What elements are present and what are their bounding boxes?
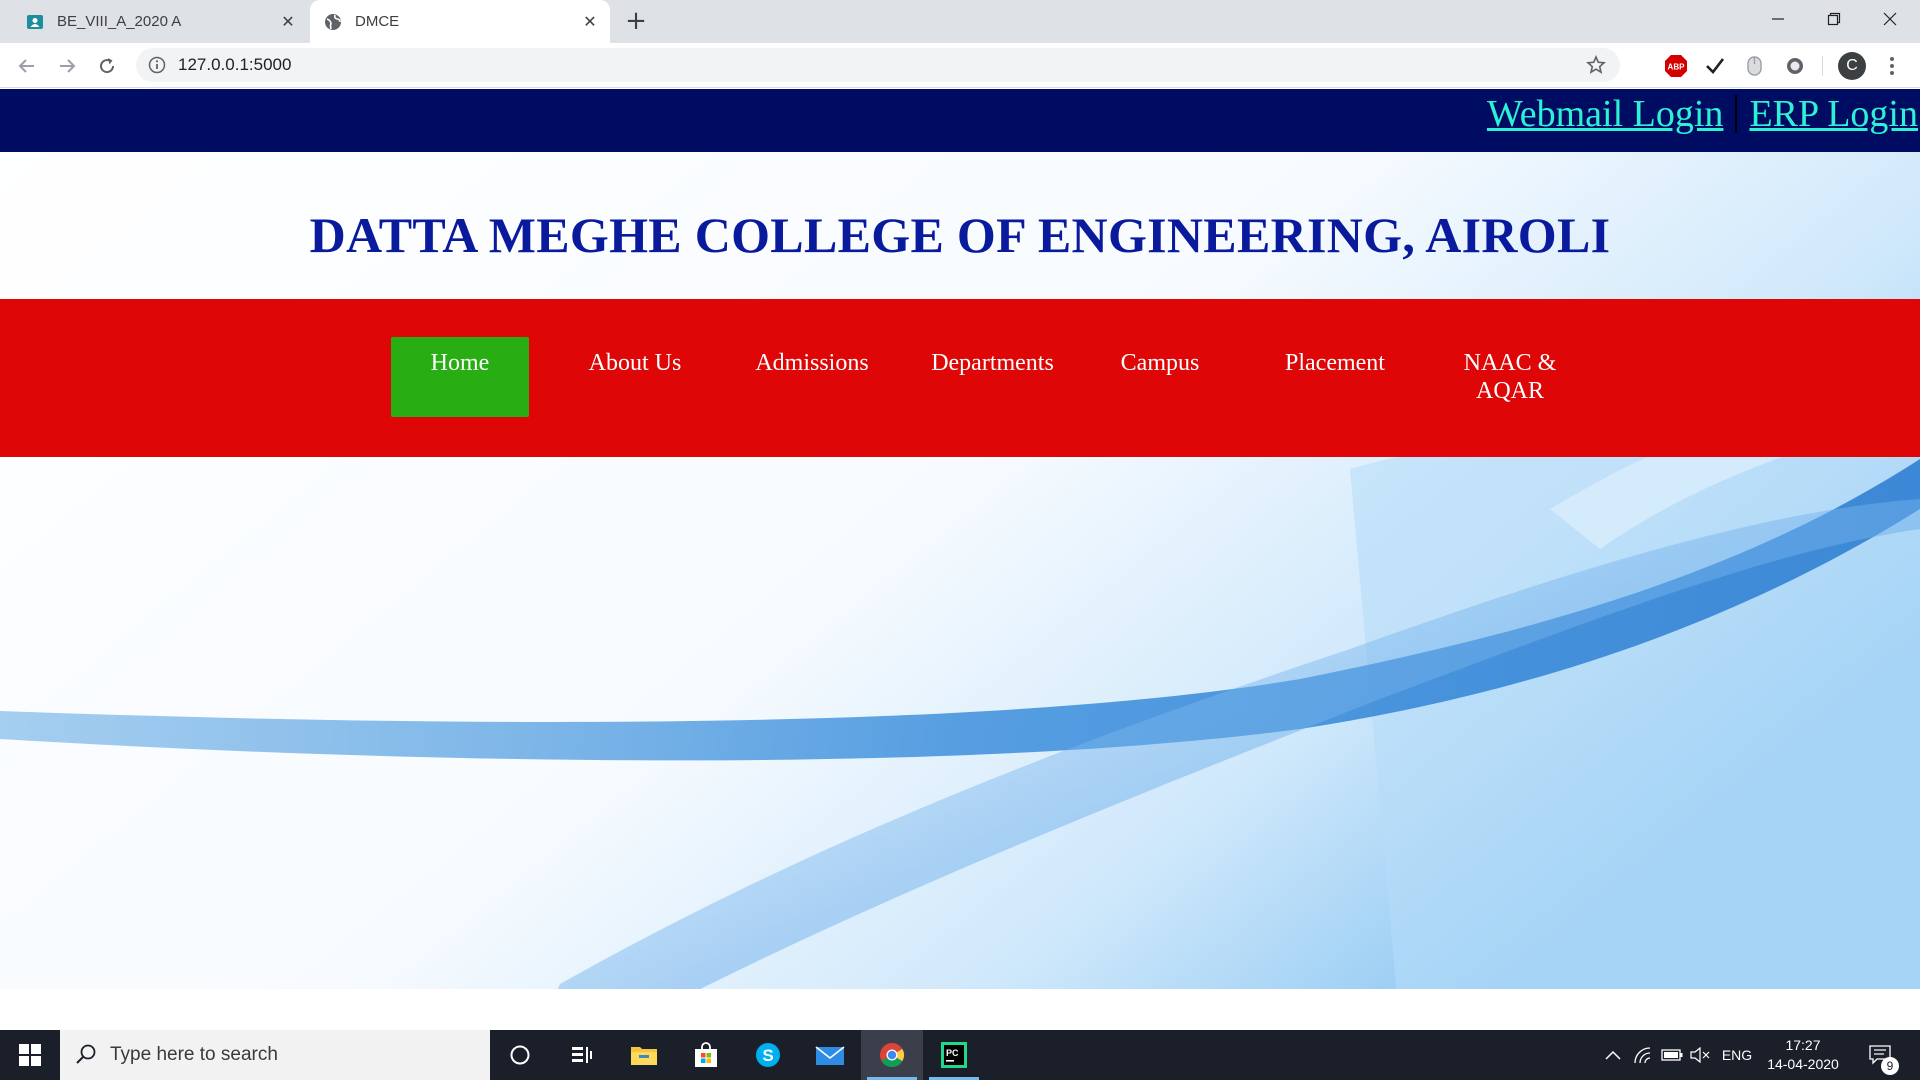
globe-icon [325,13,341,30]
nav-item-home[interactable]: Home [391,337,529,417]
forward-button[interactable] [52,51,82,81]
checkmark-icon[interactable] [1703,54,1727,78]
task-view-icon[interactable] [551,1030,613,1080]
classroom-icon [27,14,43,29]
nav-item-departments[interactable]: Departments [920,337,1065,417]
erp-login-link[interactable]: ERP Login [1749,92,1918,136]
minimize-button[interactable] [1750,0,1806,38]
store-bag-shape [695,1042,717,1067]
svg-text:S: S [762,1046,773,1065]
profile-avatar[interactable]: C [1838,52,1866,80]
close-icon[interactable]: ✕ [278,12,298,32]
cortana-ring [510,1045,530,1065]
clock-time: 17:27 [1785,1037,1821,1053]
chevron-up-icon [1605,1050,1621,1060]
toolbar-divider [1822,56,1823,76]
cortana-icon[interactable] [489,1030,551,1080]
speaker-muted-shape [1690,1047,1710,1063]
file-explorer-icon[interactable] [613,1030,675,1080]
circle-extension-icon[interactable] [1783,54,1807,78]
browser-toolbar: 127.0.0.1:5000 ABP C [0,43,1920,88]
clock[interactable]: 17:27 14-04-2020 [1760,1036,1846,1074]
clock-date: 14-04-2020 [1767,1056,1839,1072]
language-indicator[interactable]: ENG [1716,1030,1758,1080]
pycharm-logo: PC [941,1042,967,1068]
volume-muted-icon[interactable] [1688,1030,1714,1080]
start-button[interactable] [0,1030,60,1080]
minimize-icon [1772,18,1784,20]
adblock-octagon: ABP [1665,55,1687,77]
chrome-icon[interactable] [861,1030,923,1080]
bookmark-star-icon[interactable] [1586,55,1606,75]
forward-arrow-icon [60,59,76,73]
reload-button[interactable] [92,51,122,81]
checkmark-shape [1706,58,1725,74]
restore-icon [1827,12,1841,26]
mail-icon[interactable] [799,1030,861,1080]
notification-count-badge: 9 [1881,1057,1899,1075]
tab-title: BE_VIII_A_2020 A [57,13,182,30]
windows-logo-icon [19,1044,41,1066]
svg-text:PC: PC [946,1048,959,1058]
wifi-icon[interactable] [1630,1030,1656,1080]
mouse-shape [1747,56,1762,76]
skype-icon[interactable]: S [737,1030,799,1080]
url-text[interactable]: 127.0.0.1:5000 [178,48,291,82]
tab-title: DMCE [355,13,400,30]
page-title: DATTA MEGHE COLLEGE OF ENGINEERING, AIRO… [309,207,1611,263]
kebab-dots [1890,57,1894,75]
store-icon[interactable] [675,1030,737,1080]
tab-dmce[interactable]: DMCE ✕ [310,0,610,43]
mouse-icon[interactable] [1743,54,1767,78]
menu-icon[interactable] [1880,54,1904,78]
chrome-logo [880,1043,905,1068]
nav-item-placement[interactable]: Placement [1265,337,1405,417]
main-nav: Home About Us Admissions Departments Cam… [0,299,1920,457]
nav-item-admissions[interactable]: Admissions [742,337,882,417]
new-tab-button[interactable]: + [622,8,650,36]
top-bar: Webmail Login ERP Login [0,89,1920,152]
show-hidden-icons-button[interactable] [1598,1030,1628,1080]
skype-badge: S [756,1043,780,1067]
nav-item-about-us[interactable]: About Us [565,337,705,417]
svg-text:ABP: ABP [1668,63,1686,72]
folder-shape [631,1047,657,1065]
back-button[interactable] [12,51,42,81]
task-view-shape [572,1047,592,1063]
restore-button[interactable] [1806,0,1862,38]
close-icon [1883,12,1897,26]
reload-icon [100,58,115,74]
close-icon[interactable]: ✕ [580,12,600,32]
pycharm-icon[interactable]: PC [923,1030,985,1080]
battery-icon[interactable] [1658,1030,1686,1080]
browser-tab-strip: BE_VIII_A_2020 A ✕ DMCE ✕ + [0,0,1920,43]
wifi-signal-shape [1634,1047,1651,1064]
link-divider [1735,95,1738,133]
battery-shape [1661,1049,1683,1061]
taskbar-search-box[interactable]: Type here to search [60,1030,490,1080]
envelope-shape [815,1046,845,1065]
search-icon [76,1044,96,1064]
adblock-icon[interactable]: ABP [1664,54,1688,78]
top-links: Webmail Login ERP Login [1487,89,1918,139]
circle-shape [1787,58,1803,74]
nav-item-naac-aqar[interactable]: NAAC & AQAR [1445,337,1575,417]
search-placeholder: Type here to search [110,1044,278,1065]
info-icon[interactable] [148,56,166,74]
back-arrow-icon [18,59,34,73]
webmail-login-link[interactable]: Webmail Login [1487,92,1724,136]
windows-taskbar: Type here to search S PC ENG 17:27 14-04… [0,1030,1920,1080]
address-bar[interactable]: 127.0.0.1:5000 [136,48,1620,82]
nav-item-campus[interactable]: Campus [1090,337,1230,417]
close-window-button[interactable] [1862,0,1918,38]
web-page: Webmail Login ERP Login DATTA MEGHE COLL… [0,89,1920,1030]
tab-classroom[interactable]: BE_VIII_A_2020 A ✕ [12,0,308,43]
